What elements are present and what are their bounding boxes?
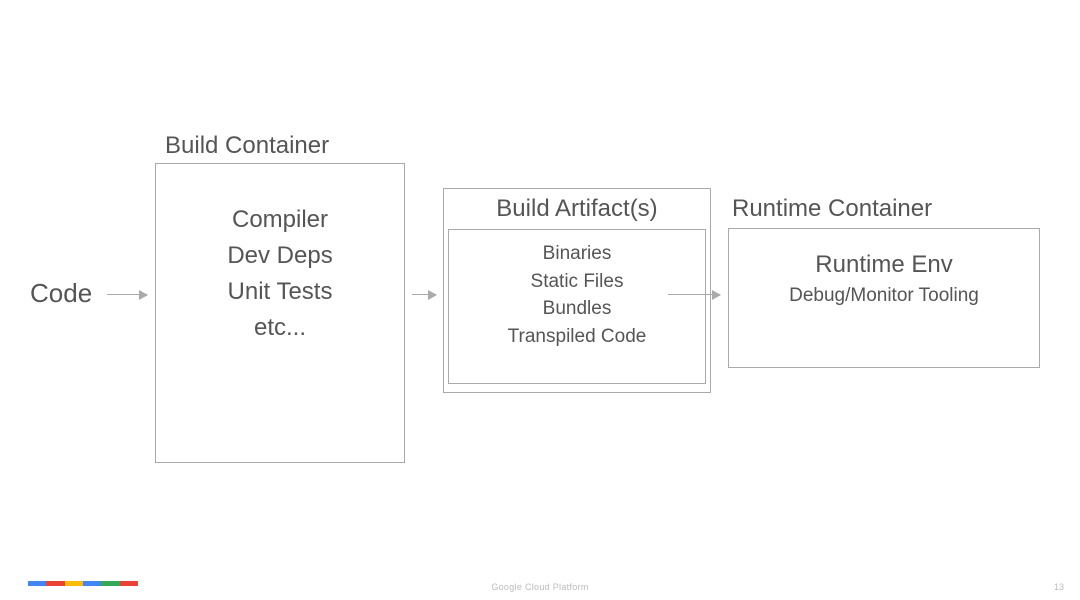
diagram-canvas: Code Build Container Compiler Dev Deps U… [0,0,1080,600]
page-number: 13 [1054,582,1064,592]
google-bar-segment [101,581,119,586]
artifact-line-bundles: Bundles [453,295,701,323]
arrow-code-to-build [107,294,147,295]
artifact-inner-box: Binaries Static Files Bundles Transpiled… [448,229,706,384]
runtime-container-box: Runtime Env Debug/Monitor Tooling [728,228,1040,368]
runtime-container-title: Runtime Container [732,195,932,223]
artifact-title: Build Artifact(s) [448,195,706,223]
runtime-env-label: Runtime Env [729,251,1039,279]
google-color-bar [28,581,138,586]
arrow-build-to-artifact [412,294,436,295]
google-bar-segment [83,581,101,586]
runtime-sub-label: Debug/Monitor Tooling [729,285,1039,307]
build-line-devdeps: Dev Deps [156,238,404,274]
build-line-compiler: Compiler [156,202,404,238]
artifact-line-binaries: Binaries [453,240,701,268]
artifact-content: Binaries Static Files Bundles Transpiled… [453,240,701,350]
footer-text: Google Cloud Platform [491,582,588,592]
arrow-artifact-to-runtime [668,294,720,295]
google-bar-segment [28,581,46,586]
artifact-line-transpiled: Transpiled Code [453,323,701,351]
code-label: Code [30,278,92,309]
build-container-title: Build Container [165,132,329,160]
artifact-outer-box: Build Artifact(s) Binaries Static Files … [443,188,711,393]
google-bar-segment [120,581,138,586]
google-bar-segment [65,581,83,586]
google-bar-segment [46,581,64,586]
build-line-etc: etc... [156,310,404,346]
build-container-content: Compiler Dev Deps Unit Tests etc... [156,202,404,346]
build-line-unittests: Unit Tests [156,274,404,310]
artifact-line-staticfiles: Static Files [453,268,701,296]
build-container-box: Compiler Dev Deps Unit Tests etc... [155,163,405,463]
